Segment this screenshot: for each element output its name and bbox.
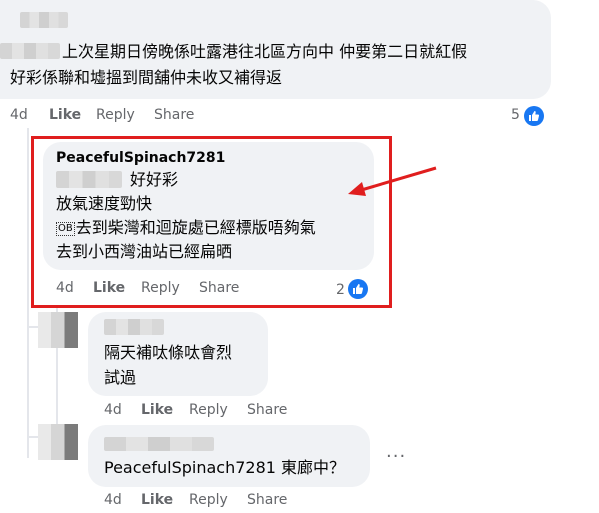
share-button[interactable]: Share	[247, 492, 287, 508]
comment-text-line: 去到小西灣油站已經扁晒	[56, 242, 233, 261]
red-arrow-annotation	[348, 166, 437, 196]
like-count[interactable]: 2	[336, 282, 345, 298]
commenter-name-redacted	[104, 319, 164, 335]
like-icon	[524, 106, 544, 126]
ob-badge: OB	[56, 222, 75, 236]
reply-button[interactable]: Reply	[141, 280, 180, 296]
avatar[interactable]	[38, 424, 78, 460]
comment-author[interactable]: PeacefulSpinach7281	[56, 150, 225, 166]
reply-button[interactable]: Reply	[189, 492, 228, 508]
comment-time[interactable]: 4d	[10, 107, 28, 123]
commenter-name-redacted	[104, 437, 214, 451]
avatar[interactable]	[38, 312, 78, 348]
like-button[interactable]: Like	[141, 402, 173, 418]
share-button[interactable]: Share	[199, 280, 239, 296]
comment-text-line: PeacefulSpinach7281 東廊中？	[104, 458, 346, 477]
thread-line	[27, 128, 29, 458]
like-count[interactable]: 5	[511, 107, 520, 123]
comment-time[interactable]: 4d	[104, 492, 122, 508]
comment-text-line: 隔天補呔條呔會烈	[104, 343, 233, 362]
commenter-name-redacted	[20, 12, 68, 28]
like-icon	[348, 279, 368, 299]
mention-redacted	[56, 171, 122, 188]
like-button[interactable]: Like	[141, 492, 173, 508]
reply-button[interactable]: Reply	[96, 107, 135, 123]
comment-text-line: OB 去到柴灣和迴旋處已經標版唔夠氣	[56, 216, 316, 239]
like-button[interactable]: Like	[93, 280, 125, 296]
comment-time[interactable]: 4d	[104, 402, 122, 418]
like-button[interactable]: Like	[49, 107, 81, 123]
share-button[interactable]: Share	[247, 402, 287, 418]
reply-button[interactable]: Reply	[189, 402, 228, 418]
more-options-icon[interactable]: ···	[386, 446, 406, 467]
comment-time[interactable]: 4d	[56, 280, 74, 296]
comment-text-line: 放氣速度勁快	[56, 194, 153, 213]
comment-text-fragment: 去到柴灣和迴旋處已經標版唔夠氣	[75, 218, 316, 237]
comment-text-line: 試過	[104, 368, 137, 387]
comment-text-line: 好好彩	[130, 170, 179, 189]
comment-text-line: 好彩係聯和墟搵到間舖仲未收又補得返	[10, 68, 283, 87]
share-button[interactable]: Share	[154, 107, 194, 123]
mention-redacted	[0, 43, 60, 59]
comment-text-line: 上次星期日傍晚係吐露港往北區方向中 仲要第二日就紅假	[62, 42, 468, 61]
